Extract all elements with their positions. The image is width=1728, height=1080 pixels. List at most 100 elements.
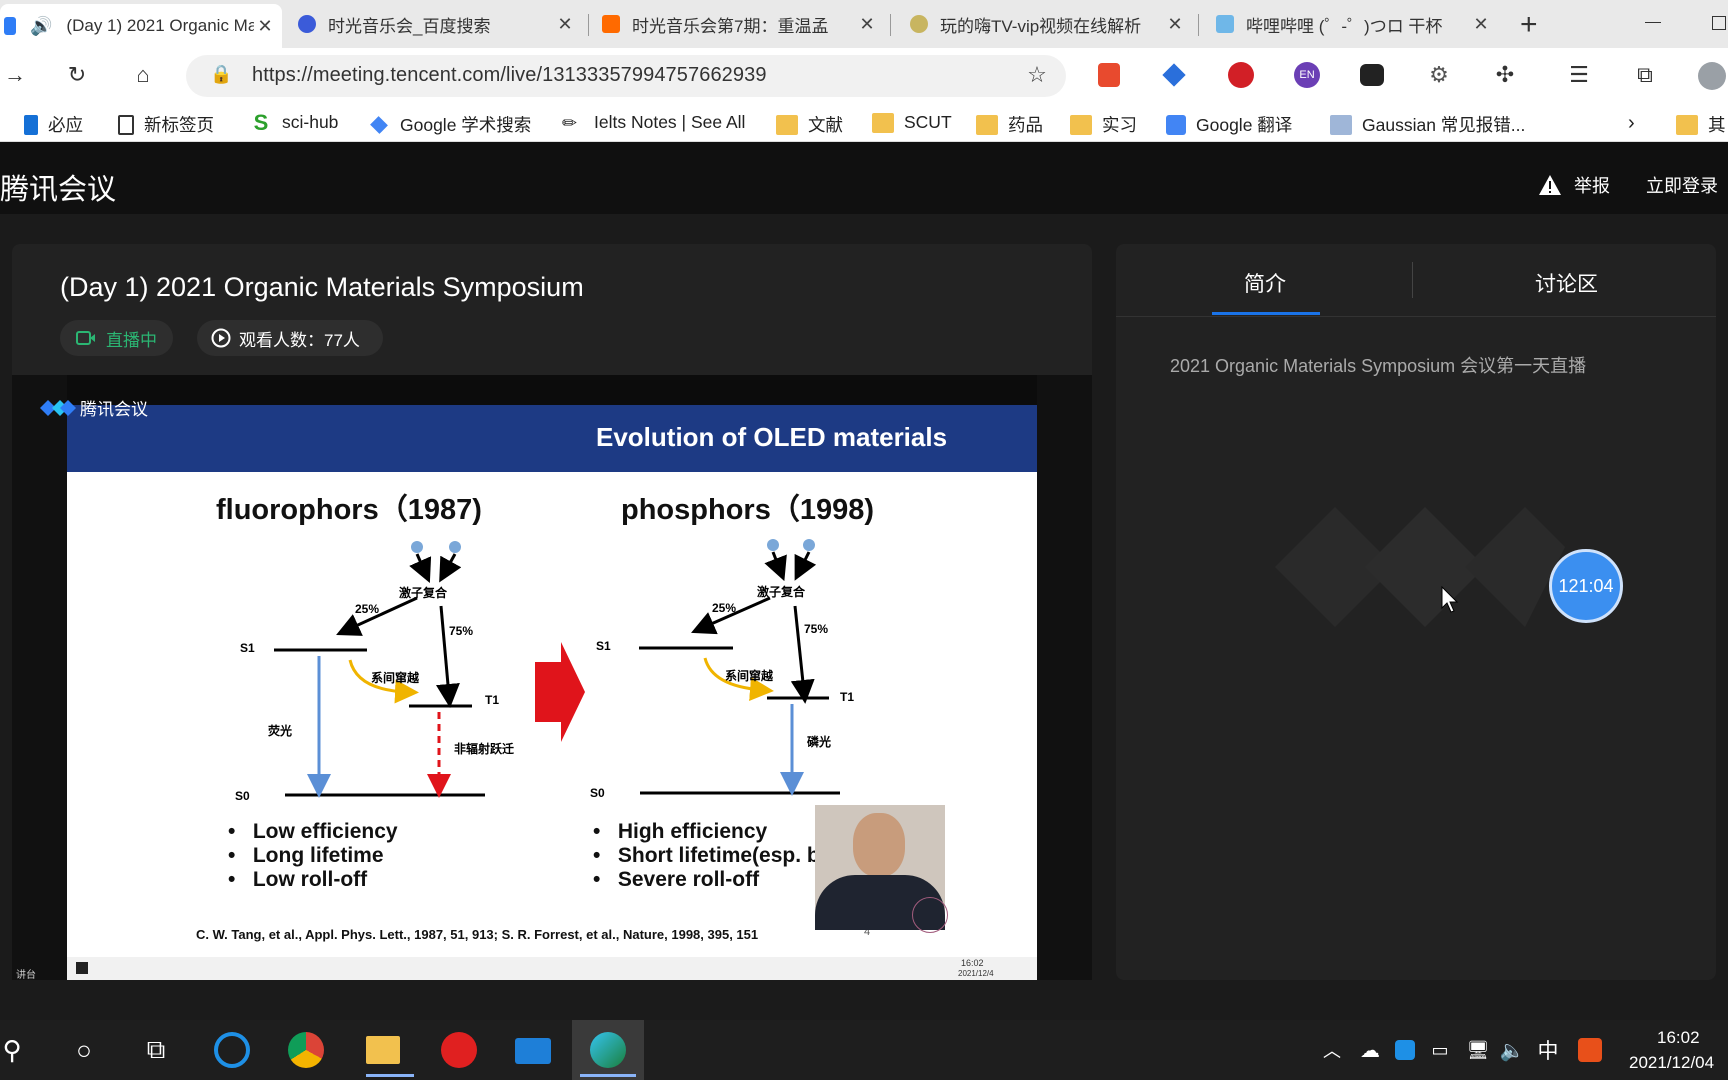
tab-intro[interactable]: 简介 <box>1244 268 1286 298</box>
play-circle-icon <box>211 328 231 348</box>
floating-timer[interactable]: 121:04 <box>1549 549 1623 623</box>
chrome-icon[interactable] <box>288 1032 324 1068</box>
diagram-label: S0 <box>590 786 605 800</box>
slide-top-strip <box>67 375 1037 405</box>
reload-icon[interactable]: ↻ <box>62 60 92 90</box>
bookmark-ielts[interactable]: ✏ Ielts Notes | See All <box>562 112 745 133</box>
bullet-item: Low efficiency <box>252 820 398 843</box>
viewer-count-badge: 观看人数：77人 <box>197 320 383 356</box>
bookmark-folder-intern[interactable]: 实习 <box>1070 112 1137 137</box>
slide-title: Evolution of OLED materials <box>596 422 948 452</box>
tab-discussion[interactable]: 讨论区 <box>1535 268 1598 298</box>
internet-explorer-icon[interactable] <box>214 1032 250 1068</box>
slide-reference: C. W. Tang, et al., Appl. Phys. Lett., 1… <box>196 927 759 942</box>
bullet-item: Long lifetime <box>252 844 384 867</box>
bookmark-folder-papers[interactable]: 文献 <box>776 112 843 137</box>
mini-clock-time: 16:02 <box>961 958 984 968</box>
bookmark-scholar[interactable]: Google 学术搜索 <box>368 112 531 137</box>
forward-icon[interactable]: → <box>0 60 30 90</box>
mini-clock-date: 2021/12/4 <box>958 969 994 978</box>
tab-tv[interactable]: 玩的嗨TV-vip视频在线解析 ✕ <box>910 6 1186 42</box>
bookmark-label: 文献 <box>808 115 843 135</box>
close-icon[interactable]: ✕ <box>1470 14 1492 35</box>
volume-icon[interactable]: 🔈 <box>1492 1030 1532 1070</box>
file-explorer-icon[interactable] <box>366 1036 400 1064</box>
clock-time[interactable]: 16:02 <box>1657 1028 1700 1048</box>
battery-icon[interactable]: ▭ <box>1420 1030 1460 1070</box>
bookmark-newtab[interactable]: 新标签页 <box>118 112 214 137</box>
bookmark-folder-scut[interactable]: SCUT <box>872 112 952 133</box>
lock-icon[interactable]: 🔒 <box>210 64 232 85</box>
windows-start-icon <box>76 962 88 974</box>
extension-icon[interactable] <box>1360 64 1384 86</box>
diagram-label: 激子复合 <box>757 585 806 599</box>
tab-baidu[interactable]: 时光音乐会_百度搜索 ✕ <box>298 6 576 42</box>
tab-mango[interactable]: 时光音乐会第7期：重温孟 ✕ <box>602 6 878 42</box>
tab-title: 哔哩哔哩 (゜-゜)つロ 干杯 <box>1246 16 1443 36</box>
mail-icon[interactable] <box>515 1038 551 1064</box>
bookmark-gaussian[interactable]: Gaussian 常见报错... <box>1330 112 1525 137</box>
search-icon[interactable]: ⚲ <box>0 1030 32 1070</box>
viewer-count: 观看人数：77人 <box>239 330 360 350</box>
bookmark-folder-other[interactable]: 其 <box>1676 112 1726 137</box>
bookmark-translate[interactable]: Google 翻译 <box>1166 112 1292 137</box>
tencent-meeting-favicon <box>4 17 16 35</box>
bookmark-bing[interactable]: 必应 <box>24 112 83 137</box>
favorites-icon[interactable]: ☰ <box>1564 60 1594 90</box>
new-tab-button[interactable]: + <box>1520 8 1538 42</box>
tab-bilibili[interactable]: 哔哩哔哩 (゜-゜)つロ 干杯 ✕ <box>1216 6 1492 42</box>
maximize-button[interactable] <box>1712 16 1726 30</box>
bookmark-label: SCUT <box>904 112 952 132</box>
office-icon[interactable] <box>1098 63 1120 87</box>
folder-icon <box>776 114 798 135</box>
diagram-label: T1 <box>485 693 500 707</box>
diagram-label: 75% <box>804 622 829 636</box>
folder-icon <box>1070 114 1092 135</box>
bookmark-folder-drugs[interactable]: 药品 <box>976 112 1043 137</box>
bookmark-label: Ielts Notes | See All <box>594 112 746 132</box>
adblock-icon[interactable] <box>1228 62 1254 88</box>
minimize-button[interactable] <box>1645 22 1661 23</box>
extension-icon-2[interactable]: ⚙ <box>1424 60 1454 90</box>
clock-date[interactable]: 2021/12/04 <box>1629 1053 1714 1073</box>
onedrive-icon[interactable]: ☁ <box>1350 1030 1390 1070</box>
input-method-indicator[interactable]: 中 <box>1528 1030 1568 1070</box>
close-icon[interactable]: ✕ <box>856 14 878 35</box>
fluorophors-title: fluorophors（1987) <box>216 494 482 526</box>
energy-level-diagram <box>274 539 840 798</box>
diagram-label: 75% <box>449 624 474 638</box>
collections-icon[interactable]: ⧉ <box>1630 60 1660 90</box>
home-icon[interactable]: ⌂ <box>128 60 158 90</box>
diagram-label: S0 <box>235 789 250 803</box>
edge-icon[interactable] <box>590 1032 626 1068</box>
bullet-list-left: • Low efficiency • Long lifetime • Low r… <box>228 820 398 891</box>
favorite-add-icon[interactable]: ☆ <box>1022 60 1052 90</box>
close-icon[interactable]: ✕ <box>554 14 576 35</box>
warning-icon <box>1539 175 1561 195</box>
profile-avatar[interactable] <box>1698 62 1726 90</box>
chevron-up-icon[interactable]: ︿ <box>1312 1030 1352 1070</box>
sogou-input-icon[interactable] <box>1578 1038 1602 1062</box>
bookmark-scihub[interactable]: Ssci-hub <box>250 109 339 135</box>
phosphors-title: phosphors（1998) <box>621 494 874 526</box>
translate-extension-icon[interactable]: EN <box>1294 62 1320 88</box>
task-view-icon[interactable]: ⧉ <box>136 1030 176 1070</box>
close-icon[interactable]: ✕ <box>254 16 276 37</box>
close-icon[interactable]: ✕ <box>1164 14 1186 35</box>
extensions-puzzle-icon[interactable]: ✣ <box>1490 60 1520 90</box>
tab-active[interactable]: 🔊 (Day 1) 2021 Organic Materials Symposi… <box>0 4 282 48</box>
intro-text: 2021 Organic Materials Symposium 会议第一天直播 <box>1170 356 1587 376</box>
diagram-label: T1 <box>840 690 855 704</box>
login-button[interactable]: 立即登录 <box>1646 172 1718 198</box>
report-button[interactable]: 举报 <box>1538 172 1610 198</box>
music-app-icon[interactable] <box>441 1032 477 1068</box>
speaker-icon[interactable]: 🔊 <box>30 16 52 37</box>
tray-app-icon[interactable] <box>1395 1040 1415 1060</box>
cortana-icon[interactable]: ○ <box>64 1030 104 1070</box>
tab-bottom-border <box>1116 316 1716 317</box>
speaker-face <box>853 813 905 877</box>
chevron-right-icon[interactable]: › <box>1628 112 1635 135</box>
scihub-icon: S <box>253 109 269 135</box>
transition-arrow <box>535 642 585 742</box>
url-text[interactable]: https://meeting.tencent.com/live/1313335… <box>252 64 767 87</box>
